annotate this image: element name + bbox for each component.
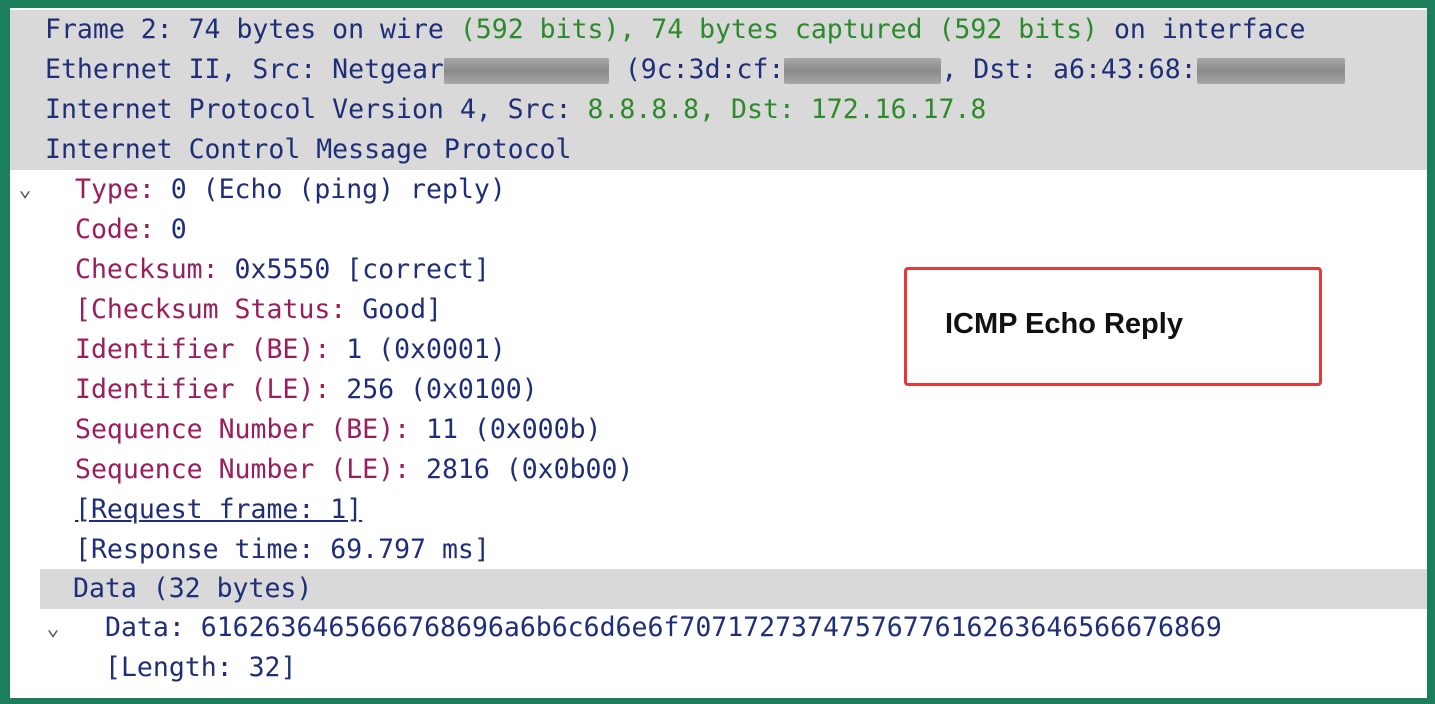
redacted-mac-block [443, 57, 609, 84]
tree-row-ethernet[interactable]: › Ethernet II, Src: Netgear (9c:3d:cf:, … [10, 50, 1427, 122]
field-value: 6162636465666768696a6b6c6d6e6f7071727374… [200, 612, 1222, 643]
field-name: Checksum: [75, 254, 235, 285]
redacted-mac-block [1196, 57, 1345, 84]
field-value: 256 (0x0100) [346, 374, 538, 405]
field-name: Checksum Status: [90, 294, 363, 325]
packet-details-pane: › Frame 2: 74 bytes on wire (592 bits), … [10, 8, 1427, 698]
field-name: Sequence Number (LE): [75, 454, 426, 485]
callout-label: ICMP Echo Reply [945, 308, 1183, 340]
icmp-field-request-frame[interactable]: [Request frame: 1] [10, 490, 1427, 530]
field-name: Sequence Number (BE): [75, 414, 426, 445]
icmp-field-sequence-be[interactable]: Sequence Number (BE): 11 (0x000b) [10, 410, 1427, 450]
tree-row-icmp[interactable]: ⌄ Internet Control Message Protocol [10, 130, 1427, 202]
ipv4-addresses: 8.8.8.8, Dst: 172.16.17.8 [587, 94, 987, 125]
tree-row-ipv4[interactable]: › Internet Protocol Version 4, Src: 8.8.… [10, 90, 1427, 162]
data-field-payload[interactable]: Data: 6162636465666768696a6b6c6d6e6f7071… [10, 608, 1427, 648]
icmp-field-type[interactable]: Type: 0 (Echo (ping) reply) [10, 170, 1427, 210]
ethernet-label: Ethernet II, Src: Netgear [45, 54, 444, 85]
data-field-length[interactable]: [Length: 32] [10, 648, 1427, 688]
field-name: Type: [75, 174, 171, 205]
field-value: 0 (Echo (ping) reply) [170, 174, 506, 205]
response-time: [Response time: 69.797 ms] [75, 534, 490, 565]
frame-bits-highlight: (592 bits), 74 bytes captured (592 bits) [459, 14, 1099, 45]
icmp-field-code[interactable]: Code: 0 [10, 210, 1427, 250]
icmp-field-sequence-le[interactable]: Sequence Number (LE): 2816 (0x0b00) [10, 450, 1427, 490]
field-value: 0x5550 [correct] [234, 254, 490, 285]
field-value: 1 (0x0001) [346, 334, 506, 365]
ethernet-dst: , Dst: a6:43:68: [941, 54, 1197, 85]
data-label: Data (32 bytes) [73, 573, 313, 604]
field-value: 2816 (0x0b00) [426, 454, 634, 485]
field-value: 11 (0x000b) [426, 414, 602, 445]
icmp-field-response-time[interactable]: [Response time: 69.797 ms] [10, 530, 1427, 570]
ethernet-src-mac: (9c:3d:cf: [608, 54, 785, 85]
frame-label: Frame 2: 74 bytes on wire [45, 14, 460, 45]
annotation-callout: ICMP Echo Reply [904, 267, 1322, 386]
request-frame-link[interactable]: [Request frame: 1] [75, 490, 362, 530]
tree-row-data[interactable]: ⌄ Data (32 bytes) [40, 569, 1427, 641]
ipv4-label: Internet Protocol Version 4, Src: [45, 94, 588, 125]
field-name: Code: [75, 214, 171, 245]
field-value: 0 [170, 214, 187, 245]
redacted-mac-block [784, 57, 942, 84]
field-value: Good] [362, 294, 442, 325]
field-name: Data: [105, 612, 201, 643]
field-bracket: [ [75, 294, 91, 325]
tree-row-frame[interactable]: › Frame 2: 74 bytes on wire (592 bits), … [10, 10, 1427, 82]
frame-interface: on interface [1098, 14, 1306, 45]
data-length: [Length: 32] [105, 652, 297, 683]
field-name: Identifier (BE): [75, 334, 347, 365]
icmp-label: Internet Control Message Protocol [45, 134, 572, 165]
field-name: Identifier (LE): [75, 374, 347, 405]
